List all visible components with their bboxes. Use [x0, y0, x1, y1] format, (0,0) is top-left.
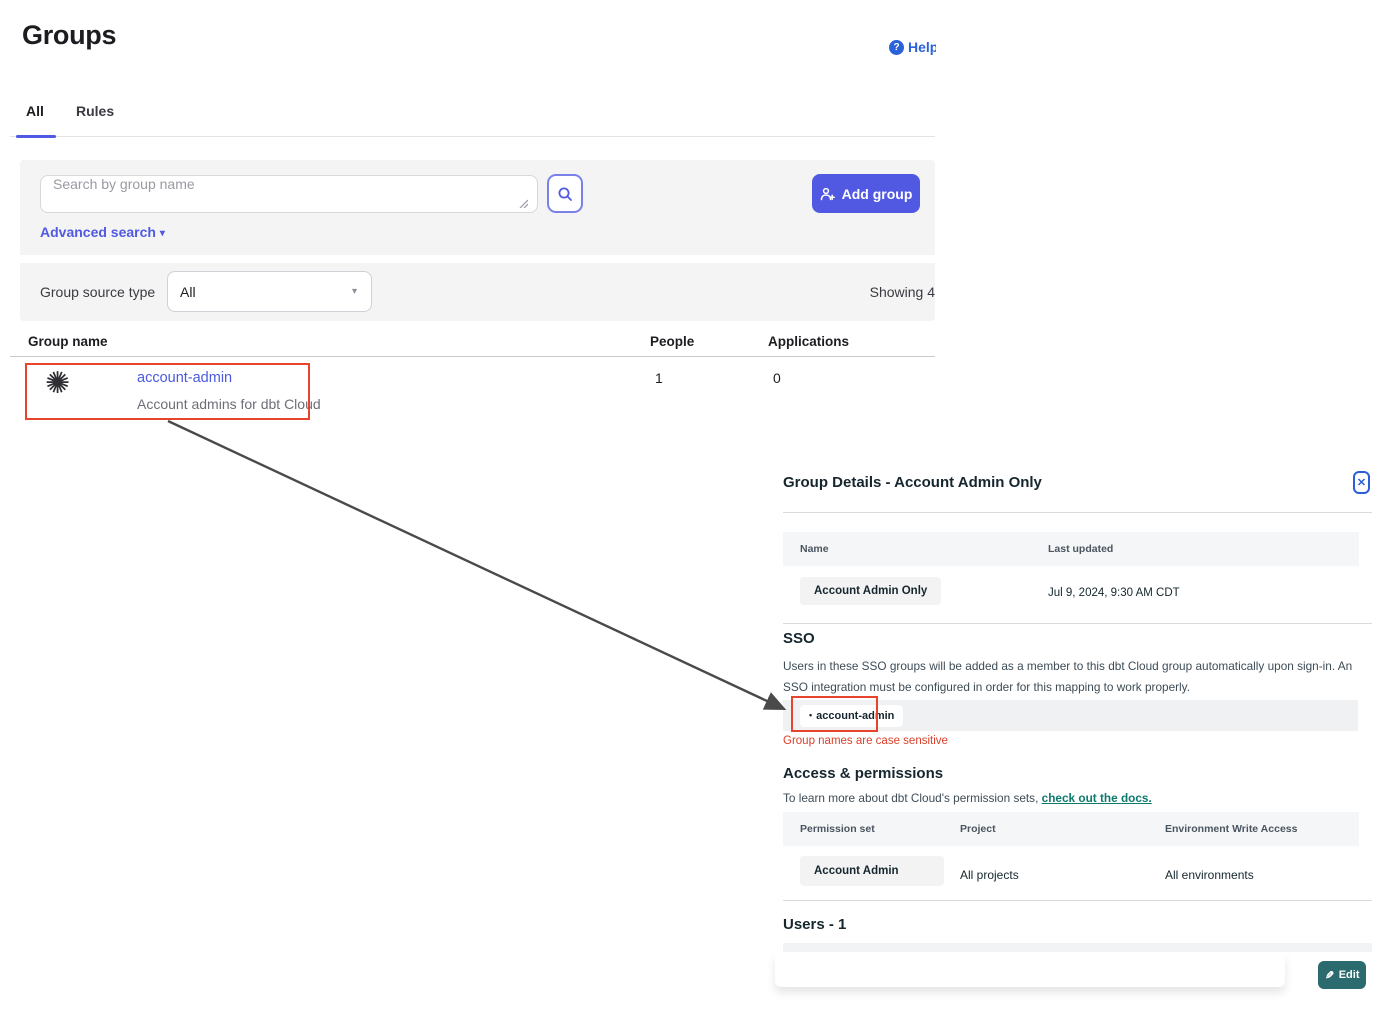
close-icon[interactable]: ✕ — [1353, 471, 1370, 494]
sso-heading: SSO — [783, 630, 815, 647]
case-sensitive-warning: Group names are case sensitive — [783, 735, 948, 747]
last-updated-value: Jul 9, 2024, 9:30 AM CDT — [1048, 587, 1180, 599]
permissions-table-header: Permission set Project Environment Write… — [783, 812, 1359, 846]
permission-set-chip: Account Admin — [800, 856, 944, 886]
people-count: 1 — [655, 370, 663, 386]
add-group-button[interactable]: Add group — [812, 174, 920, 213]
column-environment-write-access: Environment Write Access — [1165, 823, 1297, 835]
chevron-down-icon: ▾ — [352, 286, 357, 297]
column-name: Name — [800, 543, 829, 555]
sso-groups-bar: • account-admin — [783, 700, 1358, 731]
column-last-updated: Last updated — [1048, 543, 1113, 555]
sso-group-tag-label: account-admin — [816, 710, 894, 722]
sso-description: Users in these SSO groups will be added … — [783, 656, 1361, 697]
permissions-table-row: Account Admin All projects All environme… — [783, 846, 1359, 898]
help-link[interactable]: ? Help — [889, 39, 936, 55]
group-description: Account admins for dbt Cloud — [137, 396, 321, 412]
help-icon: ? — [889, 40, 904, 55]
name-table-row: Account Admin Only Jul 9, 2024, 9:30 AM … — [783, 566, 1359, 618]
environment-value: All environments — [1165, 868, 1254, 882]
advanced-search-toggle[interactable]: Advanced search ▾ — [40, 224, 165, 240]
description-text: To learn more about dbt Cloud's permissi… — [783, 791, 1042, 805]
access-permissions-description: To learn more about dbt Cloud's permissi… — [783, 791, 1152, 805]
sso-group-tag[interactable]: • account-admin — [800, 705, 903, 727]
group-source-type-label: Group source type — [40, 284, 155, 300]
search-button[interactable] — [547, 174, 583, 213]
bullet-icon: • — [809, 710, 812, 720]
group-name-chip: Account Admin Only — [800, 577, 941, 605]
column-people: People — [650, 334, 694, 349]
divider — [783, 623, 1372, 624]
project-value: All projects — [960, 868, 1019, 882]
tab-all[interactable]: All — [26, 103, 44, 119]
screenshot-canvas: Groups ? Help All Rules Advanced search … — [0, 0, 1386, 1009]
active-tab-underline — [16, 135, 56, 138]
selected-option: All — [180, 284, 196, 300]
applications-count: 0 — [773, 370, 781, 386]
column-permission-set: Permission set — [800, 823, 875, 835]
groups-table-header: Group name People Applications — [10, 330, 935, 357]
edit-label: Edit — [1339, 969, 1360, 981]
chevron-down-icon: ▾ — [160, 228, 165, 239]
group-source-type-select[interactable]: All ▾ — [167, 271, 372, 312]
showing-count: Showing 4 — [870, 284, 935, 300]
column-applications: Applications — [768, 334, 849, 349]
sticky-footer — [775, 953, 1285, 987]
filter-panel — [20, 263, 935, 321]
group-name-link[interactable]: account-admin — [137, 370, 232, 386]
access-permissions-heading: Access & permissions — [783, 765, 943, 782]
column-group-name: Group name — [28, 334, 108, 349]
pencil-icon: ✎ — [1325, 969, 1334, 982]
tab-rules[interactable]: Rules — [76, 103, 114, 119]
table-row[interactable]: ✺ account-admin Account admins for dbt C… — [10, 357, 935, 427]
tab-bar: All Rules — [10, 100, 935, 137]
docs-link[interactable]: check out the docs. — [1042, 791, 1152, 805]
users-heading: Users - 1 — [783, 916, 846, 933]
search-input[interactable] — [40, 175, 538, 213]
name-table-header: Name Last updated — [783, 532, 1359, 566]
add-group-label: Add group — [842, 186, 913, 202]
divider — [783, 512, 1372, 513]
help-label: Help — [908, 39, 936, 55]
search-icon — [557, 186, 573, 202]
add-user-icon — [820, 187, 835, 201]
group-details-title: Group Details - Account Admin Only — [783, 474, 1042, 491]
divider — [783, 900, 1372, 901]
column-project: Project — [960, 823, 996, 835]
users-row-strip — [783, 943, 1372, 952]
page-title: Groups — [22, 20, 116, 51]
group-icon: ✺ — [45, 369, 70, 399]
edit-button[interactable]: ✎ Edit — [1318, 961, 1366, 989]
advanced-search-label: Advanced search — [40, 224, 156, 240]
